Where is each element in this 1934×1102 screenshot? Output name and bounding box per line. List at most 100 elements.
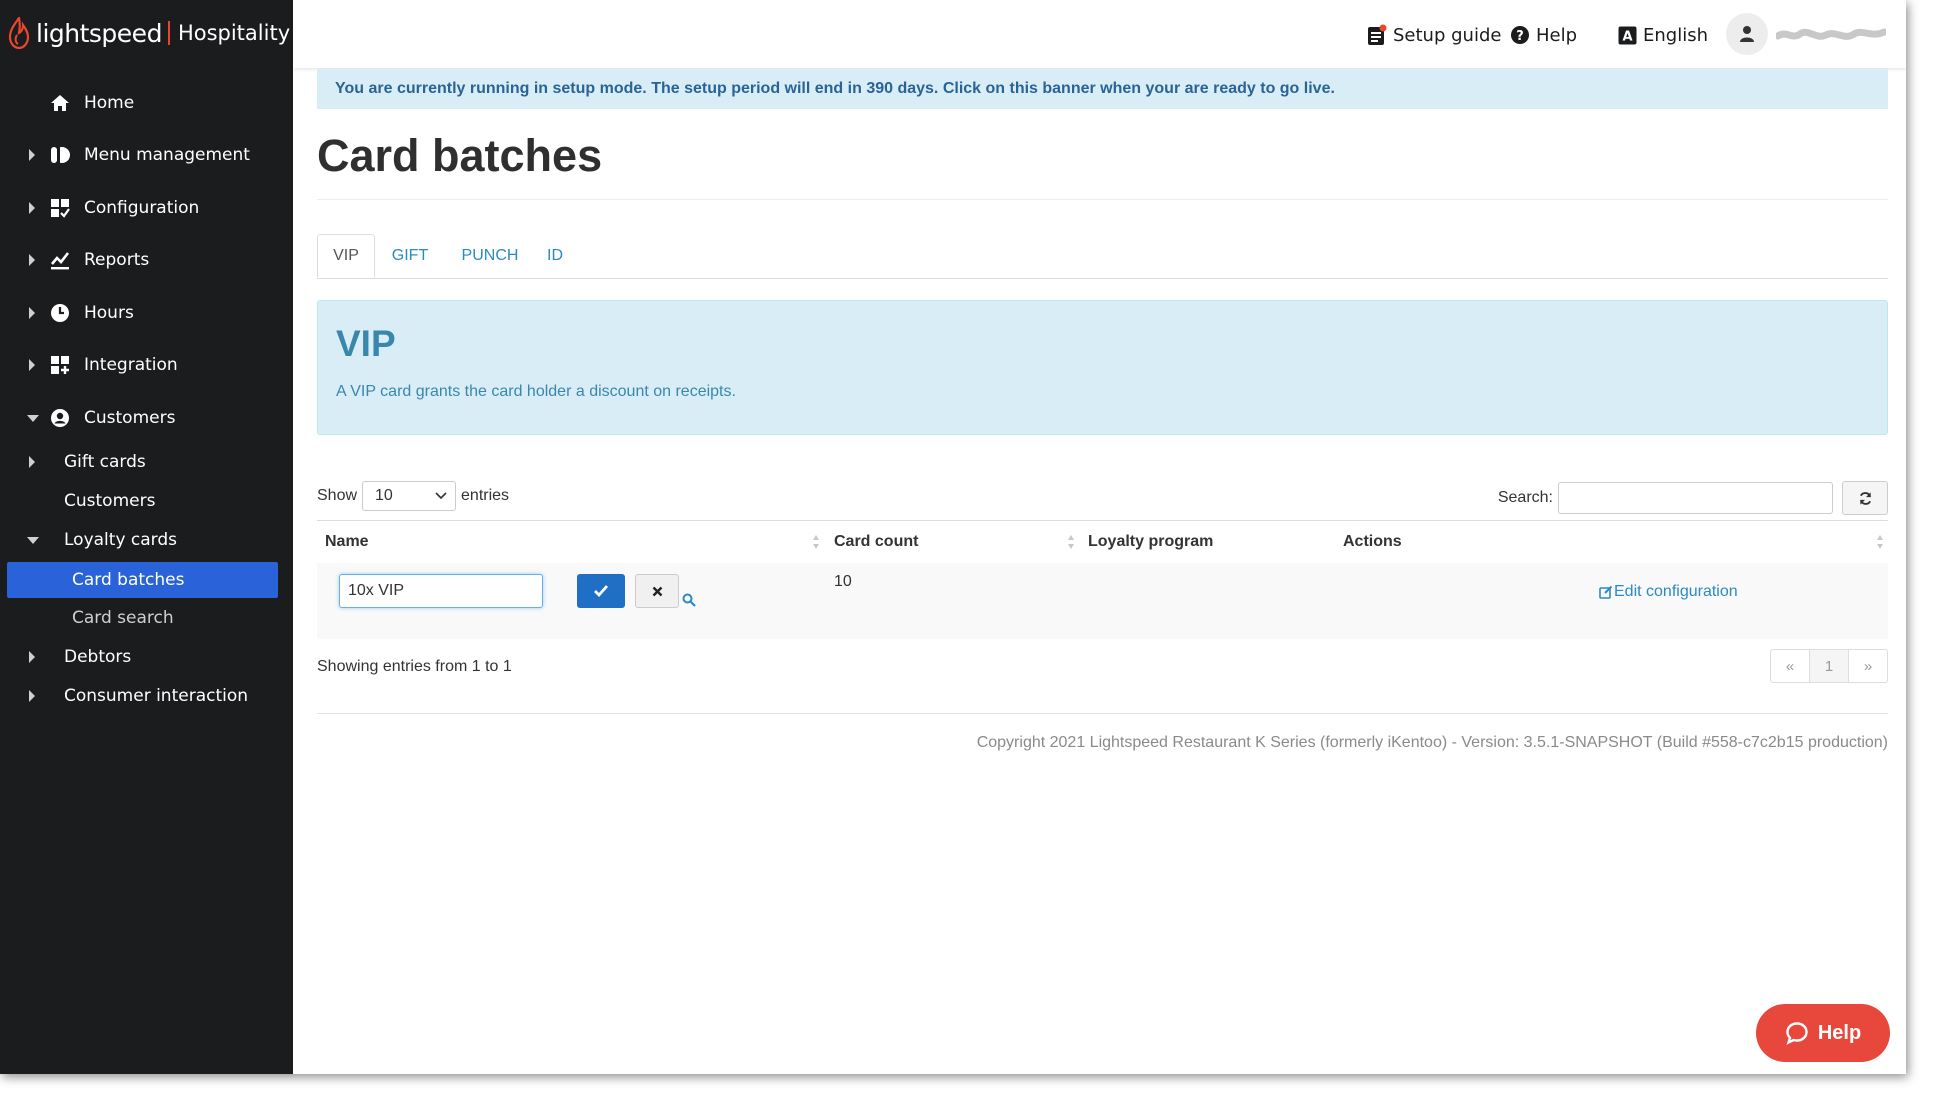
sidebar-item-label: Card batches (72, 570, 185, 590)
language-selector[interactable]: A English (1618, 22, 1708, 48)
help-icon: ? (1511, 26, 1529, 44)
checkmark-icon (594, 585, 609, 598)
brand-logo[interactable]: lightspeed Hospitality (8, 16, 290, 50)
setup-mode-banner[interactable]: You are currently running in setup mode.… (317, 68, 1888, 109)
sidebar-item-card-search[interactable]: Card search (0, 598, 293, 638)
chat-bubble-icon (1786, 1022, 1808, 1045)
info-title: VIP (336, 323, 396, 364)
caret-down-icon (27, 414, 39, 422)
pagination-page[interactable]: 1 (1809, 649, 1849, 683)
tab-id[interactable]: ID (535, 234, 575, 278)
sidebar-item-hours[interactable]: Hours (0, 293, 293, 333)
sidebar-item-label: Card search (72, 608, 174, 628)
tab-punch[interactable]: PUNCH (445, 234, 535, 278)
pagination-prev[interactable]: « (1770, 649, 1810, 683)
batch-name-input[interactable] (339, 574, 543, 608)
sidebar: lightspeed Hospitality Home Menu managem… (0, 0, 293, 1074)
sort-icon[interactable] (1067, 534, 1075, 550)
caret-right-icon (29, 307, 35, 319)
username-redacted[interactable] (1776, 26, 1886, 44)
sidebar-item-label: Customers (84, 408, 176, 428)
search-icon[interactable] (682, 593, 696, 607)
caret-right-icon (29, 651, 35, 663)
column-header-actions[interactable]: Actions (1343, 521, 1402, 563)
page-title: Card batches (317, 130, 603, 181)
brand-product: Hospitality (177, 21, 291, 45)
sort-icon[interactable] (812, 534, 820, 550)
pagination-next[interactable]: » (1848, 649, 1888, 683)
search-label: Search: (1497, 489, 1553, 506)
setup-guide-label: Setup guide (1393, 24, 1502, 46)
sidebar-item-integration[interactable]: Integration (0, 345, 293, 385)
svg-text:A: A (1622, 29, 1632, 44)
language-label: English (1643, 24, 1708, 46)
table-search: Search: (1498, 481, 1888, 515)
info-description: A VIP card grants the card holder a disc… (336, 383, 736, 400)
language-icon: A (1618, 26, 1637, 44)
help-button[interactable]: ? Help (1510, 22, 1577, 48)
sidebar-item-reports[interactable]: Reports (0, 240, 293, 280)
customers-icon (48, 406, 72, 430)
card-type-tabs: VIP GIFT PUNCH ID (317, 234, 1888, 279)
edit-configuration-link[interactable]: Edit configuration (1599, 583, 1738, 601)
brand-separator (167, 21, 170, 45)
caret-right-icon (29, 202, 35, 214)
table-row: 10 Edit configuration (317, 563, 1888, 639)
confirm-edit-button[interactable] (577, 574, 625, 608)
entries-label: entries (461, 487, 510, 504)
svg-text:?: ? (1516, 29, 1524, 44)
tab-vip[interactable]: VIP (317, 234, 375, 278)
sidebar-item-gift-cards[interactable]: Gift cards (0, 442, 293, 482)
caret-down-icon (27, 536, 39, 544)
sidebar-item-label: Customers (64, 491, 156, 511)
entries-select-value: 10 (375, 487, 393, 504)
app-window: lightspeed Hospitality Home Menu managem… (0, 0, 1906, 1074)
refresh-button[interactable] (1842, 481, 1888, 515)
search-input[interactable] (1558, 482, 1833, 514)
setup-guide-button[interactable]: Setup guide (1367, 22, 1501, 48)
caret-right-icon (29, 254, 35, 266)
sidebar-item-label: Consumer interaction (64, 686, 249, 706)
table-info: Showing entries from 1 to 1 (317, 658, 512, 675)
sidebar-item-label: Menu management (84, 145, 250, 165)
edit-icon (1599, 585, 1613, 599)
integration-icon (48, 353, 72, 377)
sidebar-item-customers[interactable]: Customers (0, 398, 293, 438)
entries-length-control: Show 10 entries (317, 481, 509, 511)
caret-right-icon (29, 359, 35, 371)
sidebar-item-menu-management[interactable]: Menu management (0, 135, 293, 175)
help-label: Help (1536, 24, 1578, 46)
column-header-card-count[interactable]: Card count (834, 521, 918, 563)
sidebar-item-label: Home (84, 93, 135, 113)
home-icon (48, 91, 72, 115)
sidebar-item-debtors[interactable]: Debtors (0, 637, 293, 677)
caret-right-icon (29, 149, 35, 161)
sidebar-item-customers-list[interactable]: Customers (0, 481, 293, 521)
setup-guide-icon (1368, 24, 1387, 45)
sort-icon[interactable] (1876, 534, 1884, 550)
reports-icon (48, 248, 72, 272)
caret-right-icon (29, 690, 35, 702)
sidebar-item-card-batches[interactable]: Card batches (0, 560, 293, 600)
card-type-info: VIP A VIP card grants the card holder a … (317, 300, 1888, 435)
sidebar-item-label: Debtors (64, 647, 132, 667)
cancel-edit-button[interactable] (635, 574, 679, 608)
sidebar-item-loyalty-cards[interactable]: Loyalty cards (0, 520, 293, 560)
help-widget-button[interactable]: Help (1756, 1004, 1890, 1062)
brand-name: lightspeed (36, 18, 162, 48)
divider (317, 713, 1888, 714)
column-header-name[interactable]: Name (325, 521, 369, 563)
tab-gift[interactable]: GIFT (375, 234, 445, 278)
user-avatar[interactable] (1726, 13, 1768, 55)
sidebar-item-configuration[interactable]: Configuration (0, 188, 293, 228)
sidebar-item-label: Hours (84, 303, 134, 323)
lightspeed-flame-icon (8, 17, 30, 49)
menu-management-icon (48, 143, 72, 167)
clock-icon (48, 301, 72, 325)
sidebar-item-label: Configuration (84, 198, 200, 218)
sidebar-item-home[interactable]: Home (0, 83, 293, 123)
entries-select[interactable]: 10 (362, 481, 457, 511)
divider (317, 199, 1888, 200)
footer-copyright: Copyright 2021 Lightspeed Restaurant K S… (976, 734, 1888, 751)
sidebar-item-consumer-interaction[interactable]: Consumer interaction (0, 676, 293, 716)
